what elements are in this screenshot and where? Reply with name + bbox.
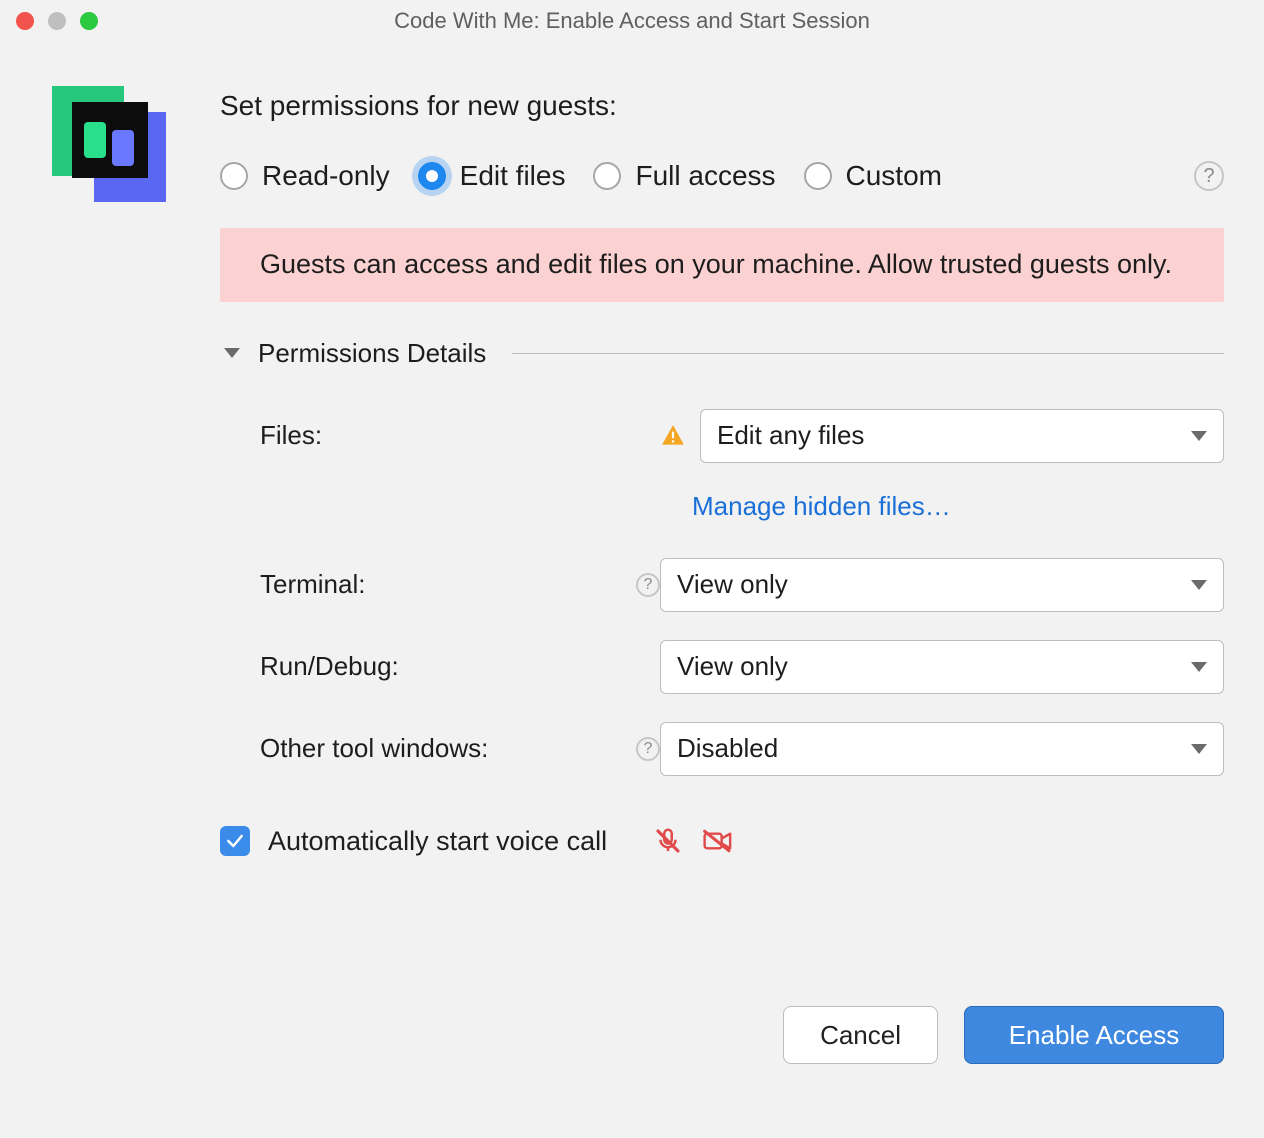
radio-custom-label: Custom: [846, 160, 942, 192]
files-label: Files:: [260, 420, 322, 451]
permissions-details-label: Permissions Details: [258, 338, 486, 369]
radio-full-access[interactable]: Full access: [593, 160, 775, 192]
chevron-down-icon: [1191, 580, 1207, 590]
window-controls: [16, 12, 98, 30]
warning-banner: Guests can access and edit files on your…: [220, 228, 1224, 302]
mic-off-icon[interactable]: [653, 826, 683, 856]
radio-dot-icon: [593, 162, 621, 190]
row-terminal: Terminal: ? View only: [260, 558, 1224, 612]
permission-mode-group: Read-only Edit files Full access Custom …: [220, 160, 1224, 192]
files-select[interactable]: Edit any files: [700, 409, 1224, 463]
camera-off-icon[interactable]: [701, 826, 735, 856]
other-tool-windows-select-value: Disabled: [677, 733, 778, 764]
terminal-select-value: View only: [677, 569, 788, 600]
enable-access-button[interactable]: Enable Access: [964, 1006, 1224, 1064]
check-icon: [225, 831, 245, 851]
other-tool-windows-select[interactable]: Disabled: [660, 722, 1224, 776]
terminal-label: Terminal:: [260, 569, 365, 600]
app-icon-column: [40, 72, 210, 857]
manage-hidden-files-link[interactable]: Manage hidden files…: [692, 491, 951, 522]
close-window-button[interactable]: [16, 12, 34, 30]
content-column: Set permissions for new guests: Read-onl…: [210, 72, 1224, 857]
row-run-debug: Run/Debug: View only: [260, 640, 1224, 694]
row-other-tool-windows: Other tool windows: ? Disabled: [260, 722, 1224, 776]
run-debug-select-value: View only: [677, 651, 788, 682]
radio-dot-icon: [804, 162, 832, 190]
run-debug-select[interactable]: View only: [660, 640, 1224, 694]
files-select-value: Edit any files: [717, 420, 864, 451]
cancel-button[interactable]: Cancel: [783, 1006, 938, 1064]
chevron-down-icon: [1191, 744, 1207, 754]
radio-dot-icon: [418, 162, 446, 190]
radio-read-only[interactable]: Read-only: [220, 160, 390, 192]
permissions-details-header[interactable]: Permissions Details: [220, 338, 1224, 369]
zoom-window-button[interactable]: [80, 12, 98, 30]
help-icon[interactable]: ?: [636, 573, 660, 597]
radio-dot-icon: [220, 162, 248, 190]
voice-call-checkbox[interactable]: [220, 826, 250, 856]
help-icon[interactable]: ?: [1194, 161, 1224, 191]
chevron-down-icon: [224, 348, 240, 358]
permissions-details-body: Files: Edit any files: [220, 409, 1224, 776]
radio-custom[interactable]: Custom: [804, 160, 942, 192]
help-icon[interactable]: ?: [636, 737, 660, 761]
chevron-down-icon: [1191, 431, 1207, 441]
minimize-window-button: [48, 12, 66, 30]
warning-icon: [660, 423, 686, 449]
radio-edit-files-label: Edit files: [460, 160, 566, 192]
voice-call-label: Automatically start voice call: [268, 826, 607, 857]
radio-full-access-label: Full access: [635, 160, 775, 192]
other-tool-windows-label: Other tool windows:: [260, 733, 488, 764]
window-title: Code With Me: Enable Access and Start Se…: [0, 8, 1264, 34]
radio-read-only-label: Read-only: [262, 160, 390, 192]
dialog-window: Code With Me: Enable Access and Start Se…: [0, 0, 1264, 1138]
manage-hidden-files-row: Manage hidden files…: [260, 491, 1224, 522]
voice-call-row: Automatically start voice call: [220, 826, 1224, 857]
code-with-me-icon: [50, 82, 170, 202]
row-files: Files: Edit any files: [260, 409, 1224, 463]
divider: [512, 353, 1224, 354]
terminal-select[interactable]: View only: [660, 558, 1224, 612]
dialog-footer: Cancel Enable Access: [783, 1006, 1224, 1064]
dialog-body: Set permissions for new guests: Read-onl…: [0, 42, 1264, 887]
permissions-heading: Set permissions for new guests:: [220, 90, 1224, 122]
radio-edit-files[interactable]: Edit files: [418, 160, 566, 192]
chevron-down-icon: [1191, 662, 1207, 672]
run-debug-label: Run/Debug:: [260, 651, 399, 682]
title-bar: Code With Me: Enable Access and Start Se…: [0, 0, 1264, 42]
